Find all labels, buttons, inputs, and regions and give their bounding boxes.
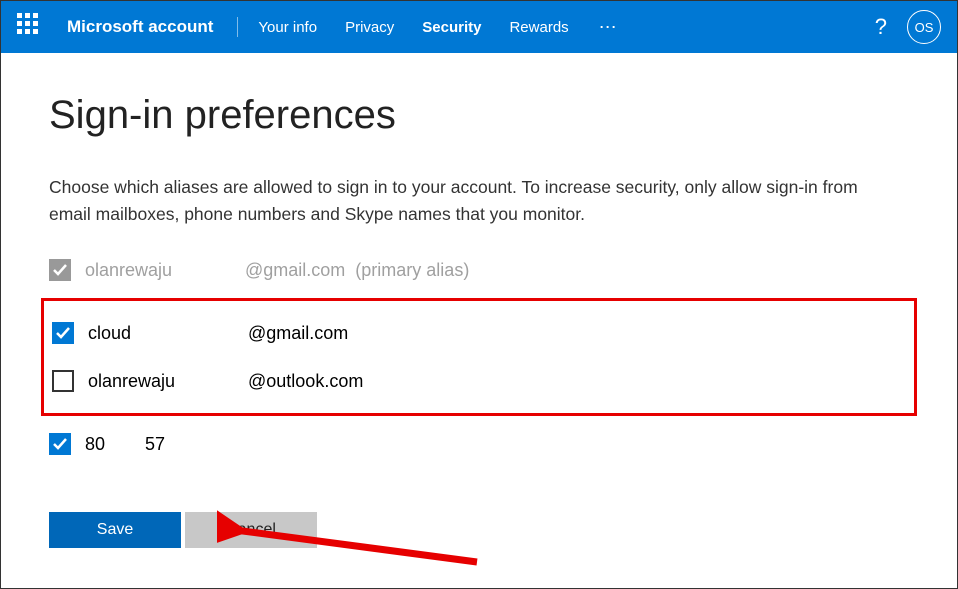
phone-fragment-b: 57 [145,434,165,455]
checkbox-primary [49,259,71,281]
main-nav: Your info Privacy Security Rewards [258,19,568,36]
cancel-button[interactable]: Cancel [185,512,317,548]
brand-label[interactable]: Microsoft account [67,17,238,37]
alias-local: cloud [88,323,248,344]
alias-row: olanrewaju @outlook.com [52,357,906,405]
button-row: Save Cancel [49,512,909,548]
app-header: Microsoft account Your info Privacy Secu… [1,1,957,53]
alias-list: olanrewaju @gmail.com (primary alias) cl… [49,246,909,468]
page-title: Sign-in preferences [49,93,909,138]
alias-domain: @gmail.com [248,323,348,344]
avatar[interactable]: OS [907,10,941,44]
alias-domain: @outlook.com [248,371,363,392]
primary-tag: (primary alias) [355,260,469,281]
nav-security[interactable]: Security [422,19,481,36]
nav-privacy[interactable]: Privacy [345,19,394,36]
check-icon [52,436,68,452]
checkbox-phone[interactable] [49,433,71,455]
alias-local: olanrewaju [88,371,248,392]
help-icon[interactable]: ? [875,14,887,40]
highlight-annotation: cloud @gmail.com olanrewaju @outlook.com [41,298,917,416]
alias-local: olanrewaju [85,260,245,281]
phone-fragment-a: 80 [85,434,105,455]
page-description: Choose which aliases are allowed to sign… [49,174,879,228]
checkbox-alias-outlook[interactable] [52,370,74,392]
alias-phone-row: 80 57 [49,420,909,468]
save-button[interactable]: Save [49,512,181,548]
check-icon [55,325,71,341]
check-icon [52,262,68,278]
more-icon[interactable]: ⋯ [599,17,619,38]
nav-rewards[interactable]: Rewards [509,19,568,36]
alias-domain: @gmail.com [245,260,345,281]
checkbox-alias-cloud[interactable] [52,322,74,344]
main-content: Sign-in preferences Choose which aliases… [1,53,957,588]
app-launcher-icon[interactable] [17,13,45,41]
nav-your-info[interactable]: Your info [258,19,317,36]
alias-primary-row: olanrewaju @gmail.com (primary alias) [49,246,909,294]
alias-row: cloud @gmail.com [52,309,906,357]
